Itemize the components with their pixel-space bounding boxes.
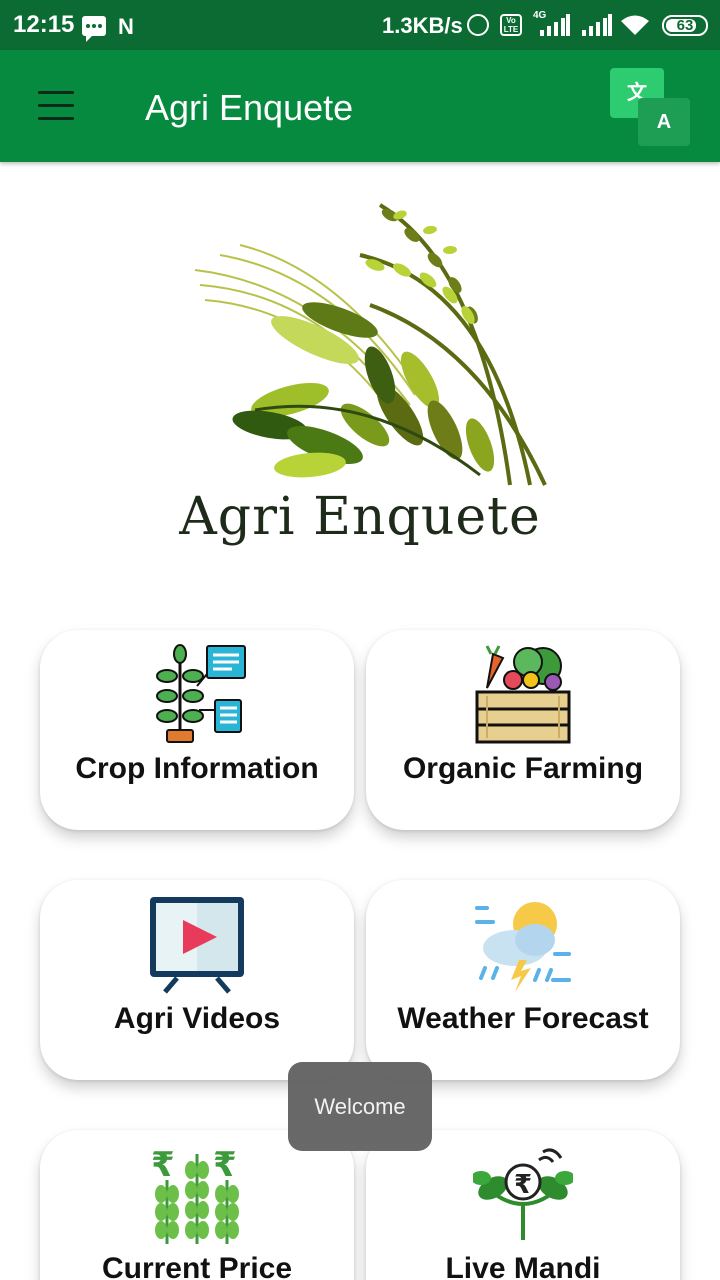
signal-strength-icon-2 bbox=[580, 14, 612, 36]
card-label: Organic Farming bbox=[402, 752, 644, 785]
live-mandi-card[interactable]: ₹ Live Mandi bbox=[366, 1130, 680, 1280]
card-label: Weather Forecast bbox=[397, 1002, 649, 1035]
battery-level: 63 bbox=[676, 17, 694, 34]
card-label: Current Price bbox=[101, 1252, 293, 1280]
organic-farming-card[interactable]: Organic Farming bbox=[366, 630, 680, 830]
logo-text: Agri Enquete bbox=[179, 487, 541, 547]
app-title: Agri Enquete bbox=[145, 87, 354, 128]
rupee-plant-icon: ₹ bbox=[473, 1148, 573, 1240]
volte-icon: Vo LTE bbox=[500, 14, 522, 36]
wifi-icon bbox=[621, 15, 649, 35]
alarm-icon bbox=[467, 14, 489, 36]
translate-target-icon: A bbox=[638, 98, 690, 146]
signal-strength-icon bbox=[538, 14, 570, 36]
status-time: 12:15 bbox=[13, 11, 75, 38]
app-logo: Agri Enquete bbox=[150, 175, 580, 565]
app-bar: Agri Enquete 文 A bbox=[0, 50, 720, 162]
card-label: Live Mandi bbox=[445, 1252, 601, 1280]
svg-text:₹: ₹ bbox=[213, 1145, 237, 1185]
welcome-toast: Welcome bbox=[288, 1062, 432, 1151]
svg-text:₹: ₹ bbox=[151, 1145, 175, 1185]
weather-icon bbox=[475, 902, 571, 992]
translate-button[interactable]: 文 A bbox=[606, 64, 694, 148]
n-notification-icon: N bbox=[118, 14, 134, 39]
plant-info-icon bbox=[156, 644, 246, 743]
agri-videos-card[interactable]: Agri Videos bbox=[40, 880, 354, 1080]
vegetable-crate-icon bbox=[475, 645, 571, 744]
wheat-logo-icon bbox=[194, 203, 547, 486]
card-label: Agri Videos bbox=[113, 1002, 281, 1035]
battery-icon: 63 bbox=[662, 15, 708, 36]
status-bar: 12:15 N 1.3KB/s Vo LTE 4G 63 bbox=[0, 0, 720, 50]
menu-button[interactable] bbox=[28, 80, 84, 132]
svg-text:₹: ₹ bbox=[514, 1170, 532, 1200]
weather-forecast-card[interactable]: Weather Forecast bbox=[366, 880, 680, 1080]
network-speed: 1.3KB/s bbox=[382, 13, 463, 38]
card-label: Crop Information bbox=[75, 752, 319, 785]
message-notification-icon bbox=[82, 16, 106, 42]
video-player-icon bbox=[150, 897, 244, 994]
current-price-card[interactable]: ₹ ₹ Current Price bbox=[40, 1130, 354, 1280]
crop-information-card[interactable]: Crop Information bbox=[40, 630, 354, 830]
rupee-wheat-icon: ₹ ₹ bbox=[151, 1145, 239, 1244]
